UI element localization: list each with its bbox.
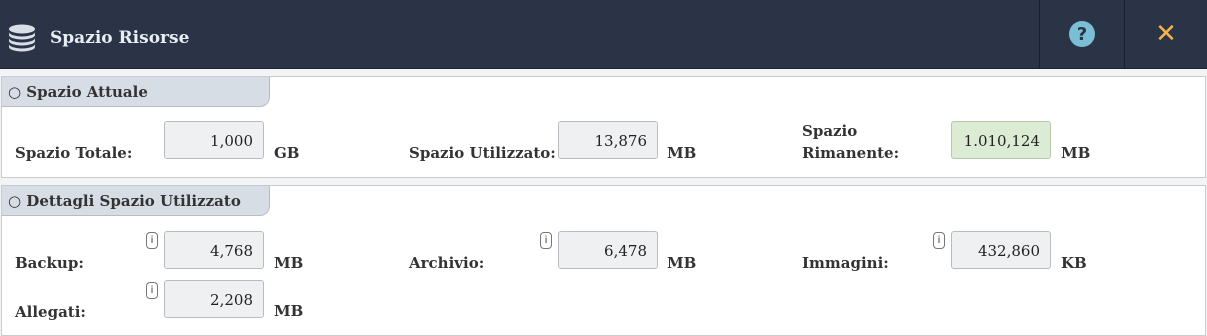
backup-unit: MB: [274, 254, 304, 272]
attachments-label: Allegati:: [15, 303, 86, 321]
used-space-unit: MB: [667, 144, 697, 162]
remaining-space-label-line2: Rimanente:: [802, 144, 900, 162]
current-space-heading: ○ Spazio Attuale: [2, 77, 270, 107]
attachments-unit: MB: [274, 302, 304, 320]
backup-value: 4,768: [164, 231, 264, 269]
archive-info-icon[interactable]: i: [540, 232, 552, 249]
archive-unit: MB: [667, 254, 697, 272]
backup-info-icon[interactable]: i: [146, 232, 158, 249]
total-space-unit: GB: [274, 144, 300, 162]
total-space-label: Spazio Totale:: [15, 144, 133, 162]
remaining-space-value: 1.010,124: [951, 121, 1051, 159]
used-space-value: 13,876: [558, 121, 658, 159]
attachments-value: 2,208: [164, 280, 264, 318]
total-space-value: 1,000: [164, 121, 264, 159]
archive-label: Archivio:: [409, 254, 485, 272]
title-bar: Spazio Risorse ? ✕: [0, 0, 1207, 69]
help-button[interactable]: ?: [1040, 0, 1124, 68]
remaining-space-label-line1: Spazio: [802, 122, 858, 140]
images-value: 432,860: [951, 231, 1051, 269]
images-unit: KB: [1061, 254, 1087, 272]
used-details-panel: ○ Dettagli Spazio Utilizzato Backup: i 4…: [1, 185, 1206, 336]
close-button[interactable]: ✕: [1125, 0, 1207, 68]
close-icon: ✕: [1155, 19, 1177, 49]
archive-value: 6,478: [558, 231, 658, 269]
attachments-info-icon[interactable]: i: [146, 282, 158, 299]
remaining-space-unit: MB: [1061, 144, 1091, 162]
used-details-heading: ○ Dettagli Spazio Utilizzato: [2, 186, 270, 216]
images-label: Immagini:: [802, 254, 889, 272]
window-title: Spazio Risorse: [50, 28, 190, 48]
help-icon: ?: [1069, 21, 1095, 47]
backup-label: Backup:: [15, 254, 84, 272]
current-space-panel: ○ Spazio Attuale Spazio Totale: 1,000 GB…: [1, 76, 1206, 178]
used-space-label: Spazio Utilizzato:: [409, 144, 556, 162]
images-info-icon[interactable]: i: [933, 232, 945, 249]
database-icon: [9, 24, 35, 52]
